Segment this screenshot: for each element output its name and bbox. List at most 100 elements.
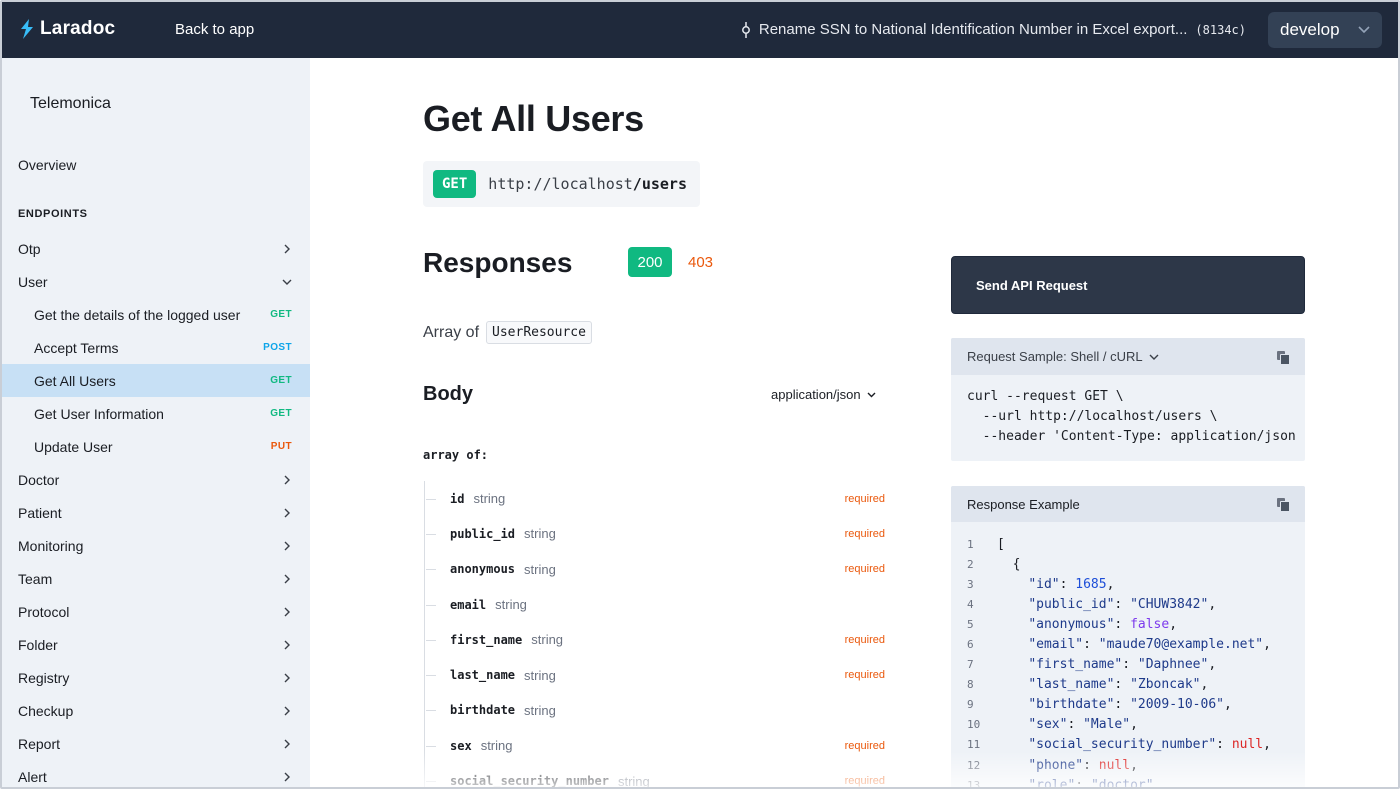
responses-title: Responses [423, 247, 573, 278]
main-content: Get All Users GET http://localhost/users… [310, 58, 1398, 789]
code-line: 3 "id": 1685, [951, 574, 1305, 594]
required-badge: required [844, 492, 885, 505]
project-name: Telemonica [30, 95, 111, 112]
chevron-right-icon [284, 244, 290, 253]
sidebar-item-label: Get the details of the logged user [34, 306, 241, 323]
sidebar-item-registry[interactable]: Registry [2, 661, 310, 694]
field-name: email [450, 597, 487, 612]
response-example-label: Response Example [967, 496, 1080, 512]
endpoint-bar: GET http://localhost/users [423, 161, 700, 207]
field-name: anonymous [450, 562, 516, 577]
branch-select[interactable]: develop [1268, 12, 1382, 48]
field-name: public_id [450, 526, 516, 541]
array-label: array of: [423, 448, 489, 462]
json-value: "Male" [1083, 717, 1131, 733]
field-type: string [524, 526, 556, 542]
line-number: 10 [967, 718, 981, 732]
json-comma: , [1223, 697, 1232, 713]
commit-hash: (8134c) [1195, 22, 1246, 37]
sidebar-item-get-the-details-of-the-logged-user[interactable]: Get the details of the logged user GET [2, 298, 310, 331]
field-type: string [531, 632, 564, 648]
required-badge: required [844, 563, 885, 576]
code-line: 1[ [951, 534, 1305, 554]
request-sample-select[interactable]: Request Sample: Shell / cURL [967, 349, 1159, 364]
sidebar-item-folder[interactable]: Folder [2, 628, 310, 661]
sidebar-item-patient[interactable]: Patient [2, 496, 310, 529]
sidebar-item-accept-terms[interactable]: Accept Terms POST [2, 331, 310, 364]
brand-name: Laradoc [40, 18, 116, 39]
json-colon: : [1075, 777, 1091, 789]
field-row: first_name string required [425, 622, 890, 657]
endpoint-url[interactable]: http://localhost/users [488, 175, 687, 193]
content-type-select[interactable]: application/json [771, 387, 876, 402]
back-to-app-link[interactable]: Back to app [175, 21, 254, 38]
json-colon: : [1114, 596, 1131, 612]
sidebar-item-doctor[interactable]: Doctor [2, 463, 310, 496]
sidebar-item-report[interactable]: Report [2, 727, 310, 760]
brand[interactable]: Laradoc [20, 18, 115, 40]
response-example-code: 1[2 {3 "id": 1685, 4 "public_id": "CHUW38… [951, 522, 1305, 789]
sidebar-item-protocol[interactable]: Protocol [2, 595, 310, 628]
chevron-right-icon [284, 607, 290, 616]
json-key: "birthdate" [1028, 697, 1115, 713]
sidebar-item-get-all-users[interactable]: Get All Users GET [2, 364, 310, 397]
send-api-request-button[interactable]: Send API Request [951, 256, 1305, 314]
branch-name: develop [1280, 20, 1340, 39]
sidebar-item-checkup[interactable]: Checkup [2, 694, 310, 727]
sidebar-item-user[interactable]: User [2, 265, 310, 298]
field-type: string [473, 491, 506, 507]
copy-icon[interactable] [1277, 350, 1290, 365]
code-line: 7 "first_name": "Daphnee", [951, 655, 1305, 675]
chevron-right-icon [284, 508, 290, 517]
json-key: "last_name" [1028, 677, 1115, 693]
sidebar-item-update-user[interactable]: Update User PUT [2, 430, 310, 463]
url-base: http://localhost [488, 175, 633, 193]
sidebar-item-monitoring[interactable]: Monitoring [2, 529, 310, 562]
json-key: "public_id" [1028, 596, 1115, 612]
page-title: Get All Users [423, 98, 644, 139]
field-list: id string required public_id string required a… [424, 481, 890, 788]
json-comma: , [1200, 677, 1209, 693]
json-key: "anonymous" [1028, 616, 1115, 632]
field-name: birthdate [450, 703, 516, 718]
required-badge: required [844, 775, 885, 788]
json-key: "phone" [1028, 757, 1084, 773]
line-number: 4 [967, 597, 974, 611]
json-key: "first_name" [1028, 657, 1123, 673]
copy-icon[interactable] [1277, 498, 1290, 512]
json-value: "Daphnee" [1137, 657, 1209, 673]
chevron-right-icon [284, 739, 290, 748]
json-key: "role" [1028, 777, 1076, 789]
code-line: 2 { [951, 554, 1305, 574]
json-value: "2009-10-06" [1130, 697, 1224, 713]
sidebar-item-team[interactable]: Team [2, 562, 310, 595]
json-colon: : [1216, 737, 1232, 753]
status-tab-403[interactable]: 403 [688, 254, 713, 271]
chevron-down-icon [867, 392, 876, 397]
nav-overview[interactable]: Overview [18, 157, 76, 173]
method-badge: GET [270, 375, 292, 386]
request-sample-code: curl --request GET \ --url http://localh… [951, 375, 1305, 459]
json-colon: : [1114, 677, 1131, 693]
sidebar-item-label: Checkup [18, 702, 74, 719]
sidebar-item-label: Monitoring [18, 537, 84, 554]
sidebar-item-get-user-information[interactable]: Get User Information GET [2, 397, 310, 430]
sidebar-item-otp[interactable]: Otp [2, 232, 310, 265]
sidebar-item-label: Registry [18, 669, 70, 686]
sidebar-item-label: Get User Information [34, 405, 164, 422]
status-tab-200[interactable]: 200 [628, 247, 672, 277]
top-bar: Laradoc Back to app Rename SSN to Nation… [2, 2, 1398, 58]
json-value: "doctor" [1090, 777, 1154, 789]
sidebar-item-label: Team [18, 570, 53, 587]
json-value: "CHUW3842" [1130, 596, 1209, 612]
line-number: 3 [967, 577, 974, 591]
field-name: id [450, 491, 465, 506]
line-number: 12 [967, 758, 981, 772]
json-value: null [1098, 757, 1131, 773]
sidebar-item-alert[interactable]: Alert [2, 760, 310, 787]
request-sample-label: Request Sample: Shell / cURL [967, 349, 1143, 364]
line-number: 7 [967, 658, 974, 672]
